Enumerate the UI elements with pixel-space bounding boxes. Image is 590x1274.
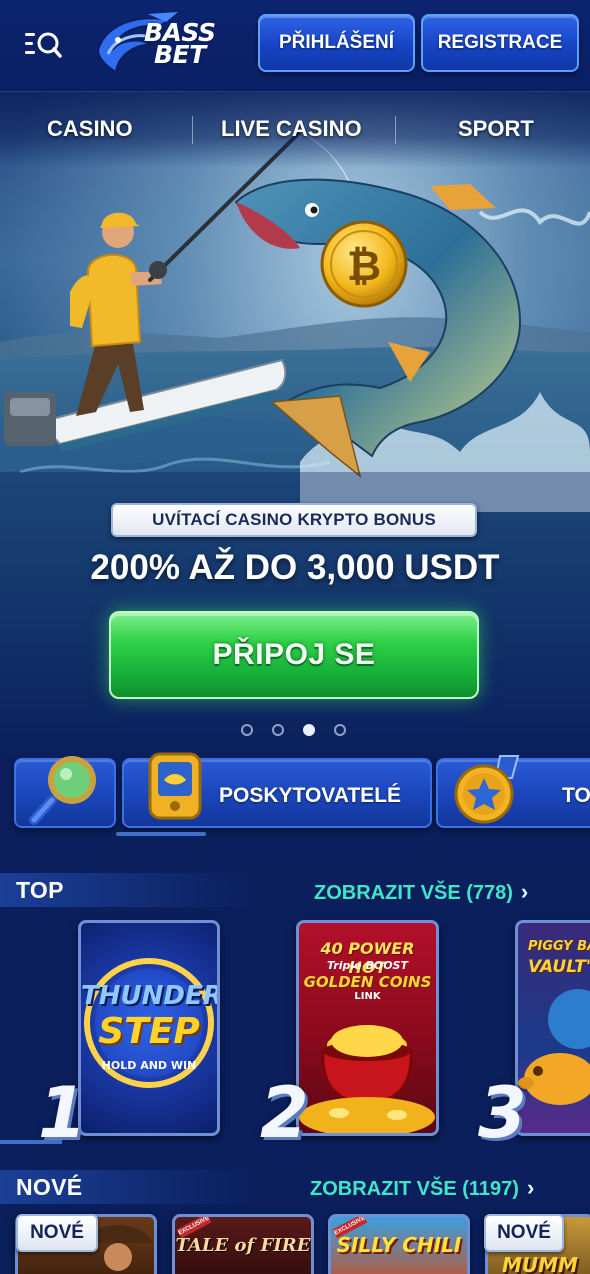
star-medal-icon (454, 755, 520, 824)
logo-text: BASS BET (144, 20, 216, 69)
rank-number: 3 (478, 1072, 527, 1154)
carousel-dot-3[interactable] (303, 724, 315, 736)
card-title-line1: THUNDER (81, 981, 220, 1011)
new-game-title: TALE of FIRE (175, 1235, 311, 1256)
nav-casino[interactable]: CASINO (47, 116, 133, 142)
nav-divider (395, 116, 396, 144)
new-see-all-label: ZOBRAZIT VŠE (1197) (310, 1178, 519, 1200)
new-game-title: SILLY CHILI (336, 1233, 462, 1257)
top-section-title: TOP (16, 877, 64, 903)
main-nav: CASINO LIVE CASINO SPORT (0, 92, 590, 168)
category-quickbar: POSKYTOVATELÉ TOP (0, 752, 590, 840)
fish-finder-icon (148, 752, 202, 820)
join-button[interactable]: PŘIPOJ SE (109, 611, 479, 699)
new-badge: NOVÉ (484, 1214, 564, 1252)
top-see-all-link[interactable]: ZOBRAZIT VŠE (778) › (314, 879, 528, 905)
new-game-card-3[interactable]: EXCLUSIVE SILLY CHILI (328, 1214, 470, 1274)
nav-live-casino[interactable]: LIVE CASINO (221, 116, 362, 142)
gold-pot-art (299, 1025, 435, 1133)
top-tile[interactable]: TOP (436, 755, 590, 828)
search-menu-icon (25, 32, 62, 58)
carousel-dot-1[interactable] (241, 724, 253, 736)
providers-tile[interactable]: POSKYTOVATELÉ (122, 752, 432, 828)
svg-text:₿: ₿ (347, 241, 381, 290)
top-see-all-label: ZOBRAZIT VŠE (778) (314, 882, 513, 904)
chevron-right-icon: › (526, 1175, 535, 1200)
game-card-thunder-step[interactable]: THUNDER STEP HOLD AND WIN (78, 920, 220, 1136)
carousel-dots (0, 724, 590, 738)
new-game-title: MUMM (502, 1253, 578, 1274)
card-tag: Triple BOOST (327, 959, 408, 972)
card-subtitle: LINK (354, 991, 381, 1002)
new-see-all-link[interactable]: ZOBRAZIT VŠE (1197) › (310, 1175, 534, 1201)
piggy-bank-art (518, 989, 590, 1105)
card-subtitle: HOLD AND WIN (101, 1059, 197, 1072)
header: BASS BET PŘIHLÁŠENÍ REGISTRACE (0, 0, 590, 92)
card-title-line2: STEP (98, 1011, 200, 1052)
search-menu-button[interactable] (22, 24, 64, 64)
bonus-headline: 200% AŽ DO 3,000 USDT (90, 548, 500, 587)
new-game-card-2[interactable]: EXCLUSIVE TALE of FIRE (172, 1214, 314, 1274)
new-section-title: NOVÉ (16, 1174, 83, 1200)
card-title-line2: VAULT'S (528, 957, 590, 977)
providers-label: POSKYTOVATELÉ (219, 784, 402, 807)
active-tab-indicator (116, 832, 206, 836)
top-label: TOP (562, 784, 590, 807)
card-title-line2: GOLDEN COINS (303, 973, 432, 991)
carousel-dot-4[interactable] (334, 724, 346, 736)
game-card-golden-coins[interactable]: 40 POWER HOT Triple BOOST GOLDEN COINS L… (296, 920, 439, 1136)
carousel-dot-2[interactable] (272, 724, 284, 736)
logo-line-2: BET (154, 40, 206, 69)
bassbet-logo[interactable]: BASS BET (88, 10, 250, 80)
top-carousel-scroll-indicator (0, 1140, 62, 1144)
nav-sport[interactable]: SPORT (458, 116, 534, 142)
chevron-right-icon: › (520, 879, 529, 904)
game-search-tile[interactable] (14, 756, 116, 828)
rank-number: 2 (260, 1072, 309, 1154)
nav-divider (192, 116, 193, 144)
register-button[interactable]: REGISTRACE (421, 14, 579, 72)
hero-banner[interactable]: ₿ CASINO LIVE CASINO SPORT UVÍTACÍ CASIN… (0, 92, 590, 760)
new-badge: NOVÉ (16, 1214, 98, 1252)
welcome-bonus-badge: UVÍTACÍ CASINO KRYPTO BONUS (111, 503, 477, 537)
magnifier-icon (29, 756, 96, 825)
card-title-line1: PIGGY BA (528, 939, 590, 954)
login-button[interactable]: PŘIHLÁŠENÍ (258, 14, 415, 72)
